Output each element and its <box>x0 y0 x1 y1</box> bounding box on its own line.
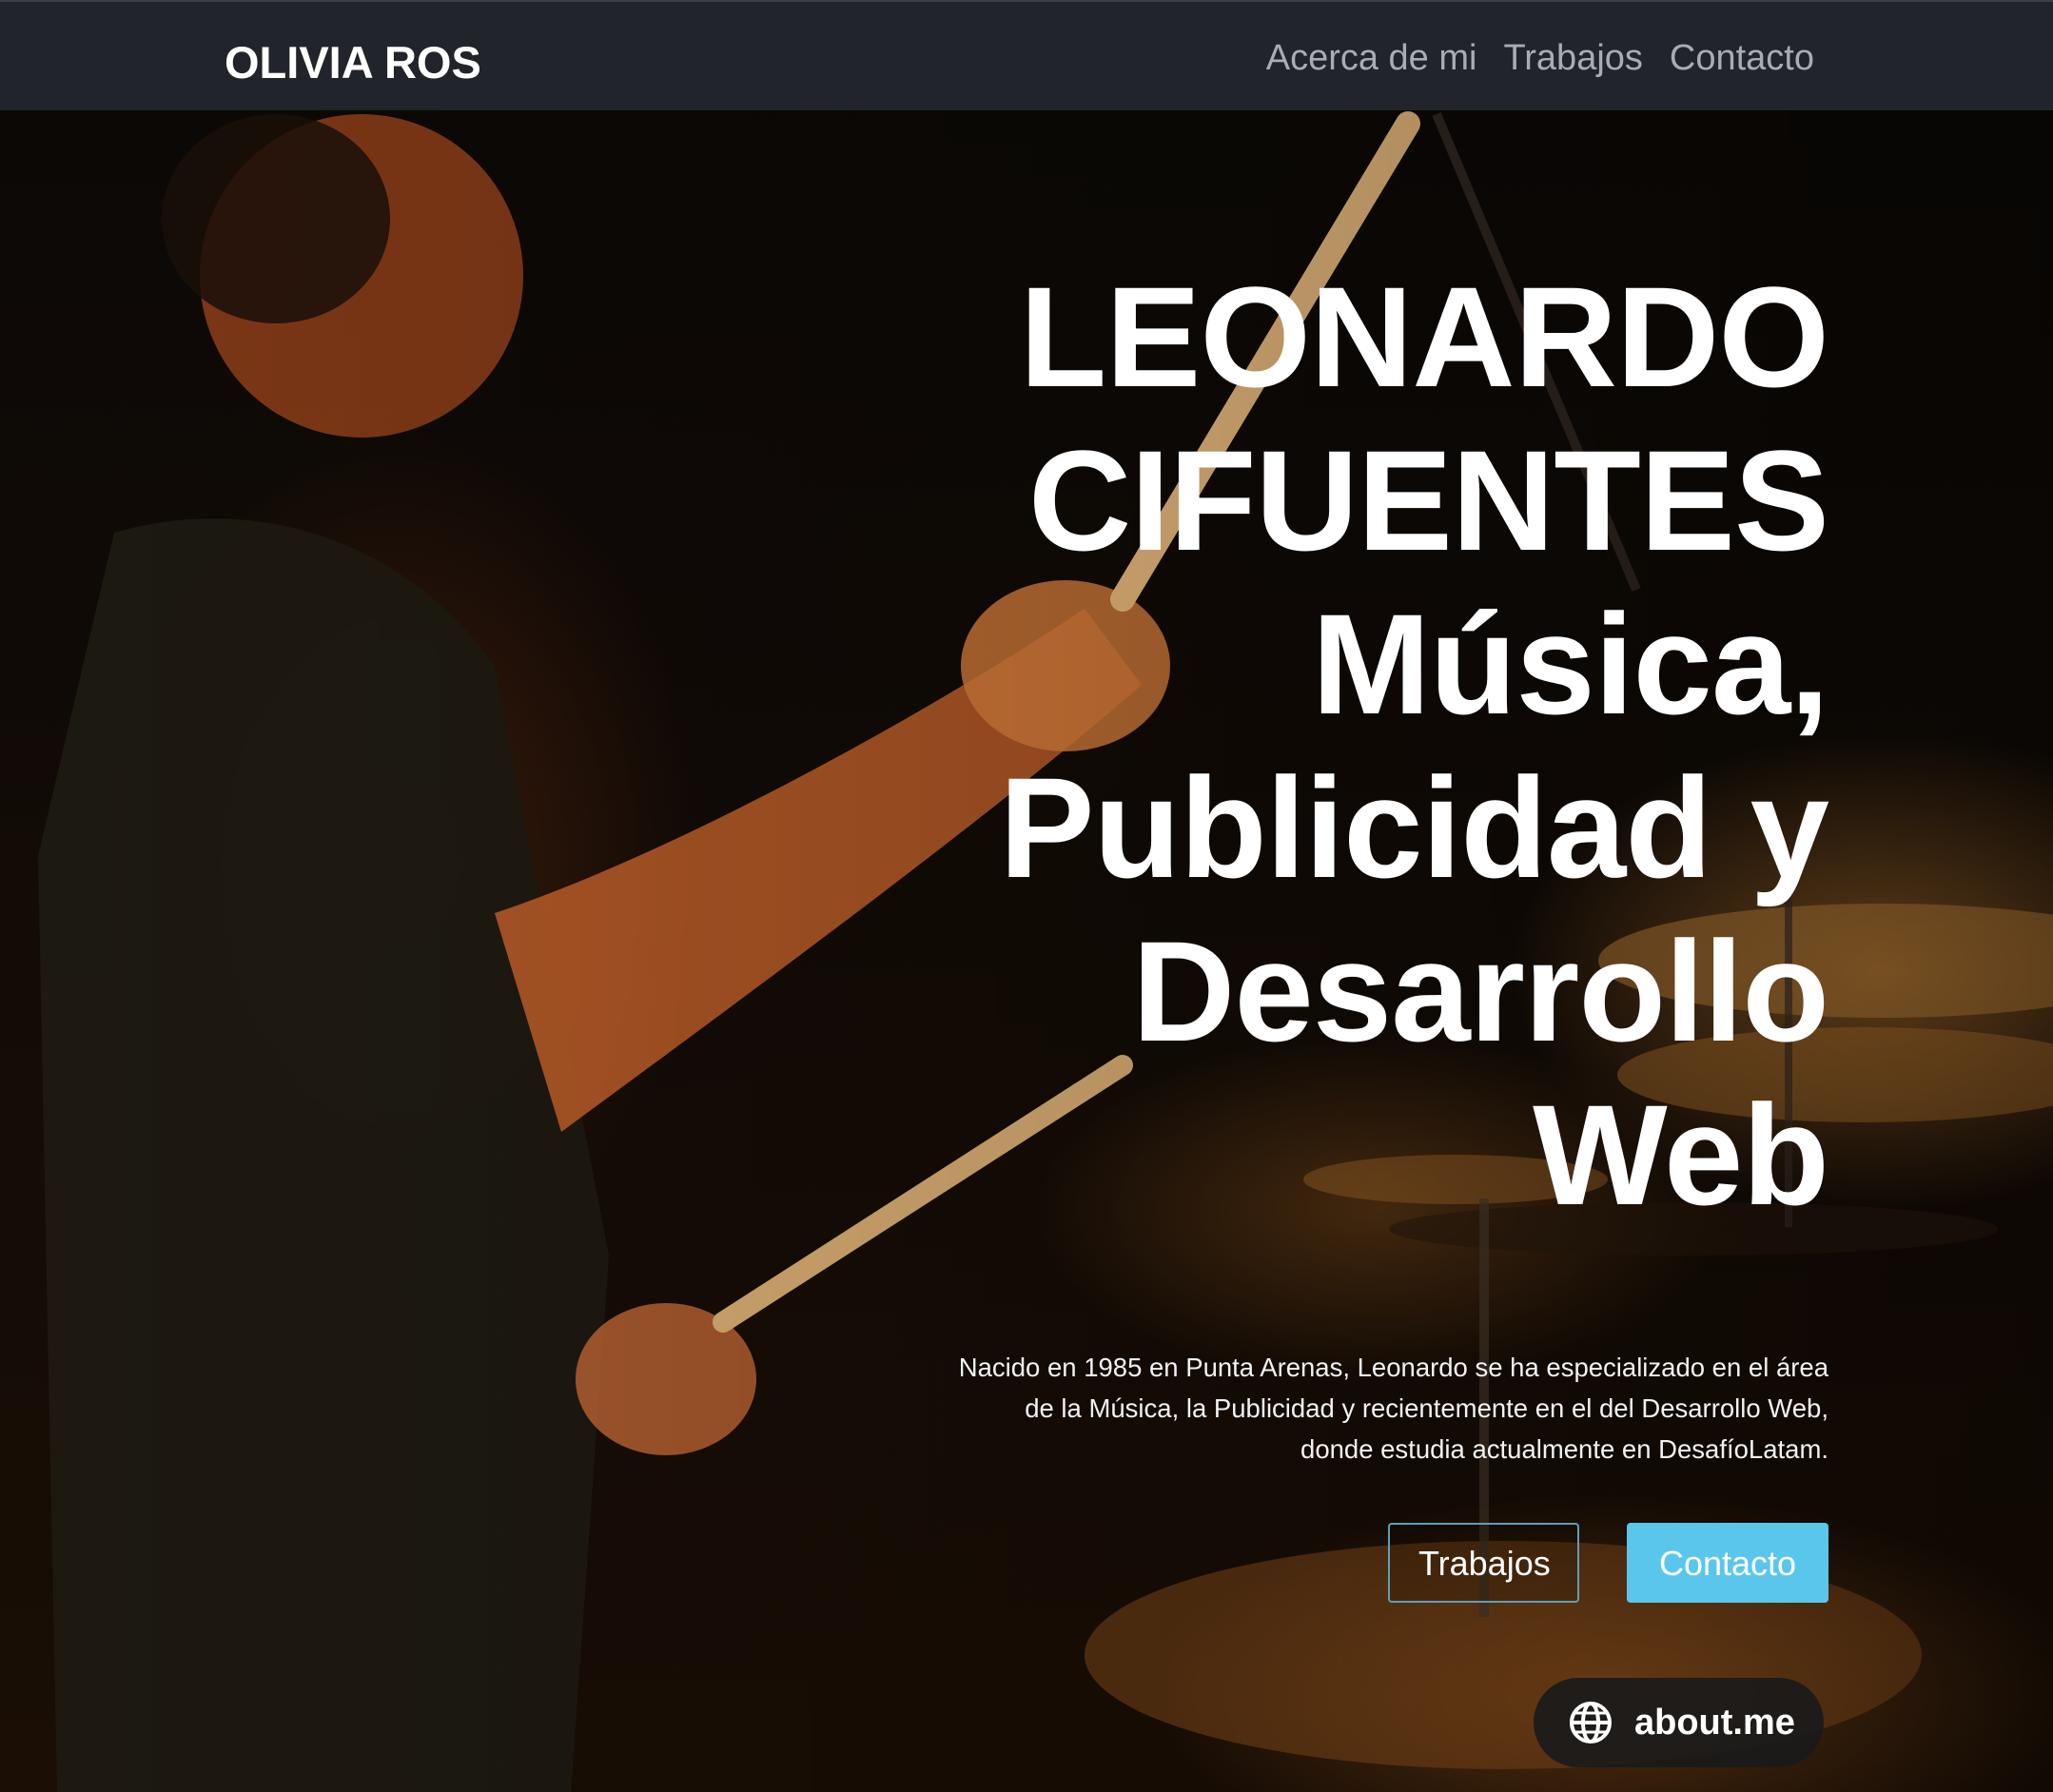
brand-logo-link[interactable]: OLIVIA ROS <box>225 36 481 88</box>
aboutme-label: about.me <box>1634 1702 1795 1743</box>
hero-description: Nacido en 1985 en Punta Arenas, Leonardo… <box>782 1347 1828 1470</box>
hero-title: LEONARDO CIFUENTES Música, Publicidad y … <box>782 255 1829 1237</box>
trabajos-button[interactable]: Trabajos <box>1388 1523 1579 1603</box>
nav-link-acerca[interactable]: Acerca de mi <box>1266 38 1477 79</box>
nav-links: Acerca de mi Trabajos Contacto <box>1266 38 1814 79</box>
hero-title-line: CIFUENTES <box>1027 420 1829 580</box>
hero-description-line: donde estudia actualmente en DesafíoLata… <box>1300 1434 1828 1464</box>
page: OLIVIA ROS Acerca de mi Trabajos Contact… <box>0 0 2053 1792</box>
hero-buttons: Trabajos Contacto <box>1388 1523 1828 1603</box>
hero-description-line: Nacido en 1985 en Punta Arenas, Leonardo… <box>958 1353 1828 1382</box>
hero-title-line: Desarrollo <box>1132 911 1829 1071</box>
aboutme-badge[interactable]: about.me <box>1534 1678 1824 1767</box>
contacto-button[interactable]: Contacto <box>1627 1523 1828 1603</box>
globe-icon <box>1570 1702 1612 1743</box>
nav-link-trabajos[interactable]: Trabajos <box>1503 38 1642 79</box>
hero-title-line: Web <box>1533 1075 1829 1235</box>
hero-title-line: LEONARDO <box>1019 257 1829 417</box>
navbar: OLIVIA ROS Acerca de mi Trabajos Contact… <box>0 0 2053 110</box>
nav-link-contacto[interactable]: Contacto <box>1670 38 1814 79</box>
hero-content: LEONARDO CIFUENTES Música, Publicidad y … <box>782 255 1829 1470</box>
hero-title-line: Música, <box>1311 584 1829 744</box>
hero-description-line: de la Música, la Publicidad y recienteme… <box>1025 1393 1828 1423</box>
hero-title-line: Publicidad y <box>999 748 1829 907</box>
